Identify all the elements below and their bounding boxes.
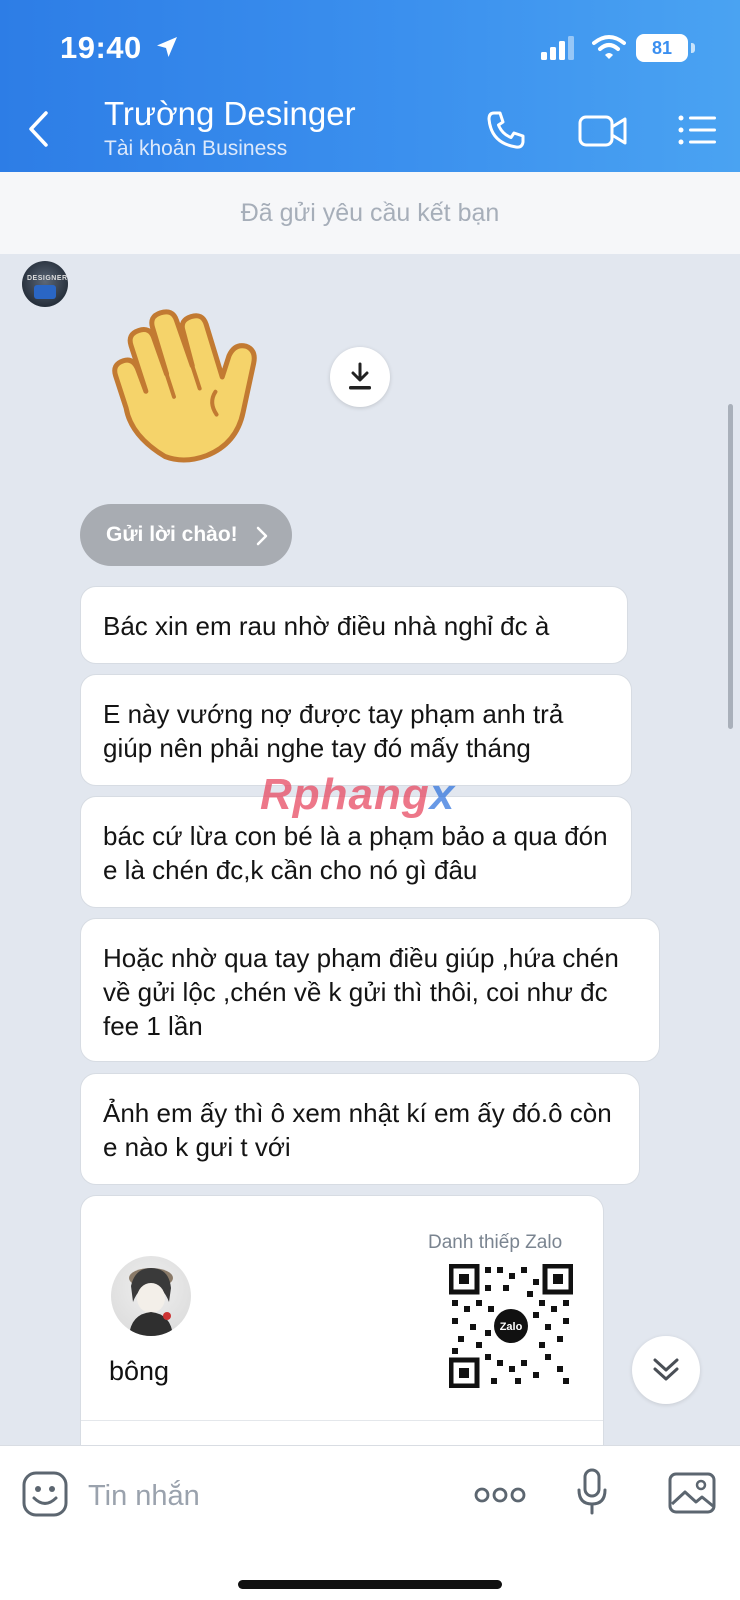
watermark-part2: x: [429, 770, 456, 819]
battery-nub: [691, 43, 695, 53]
message-bubble[interactable]: Bác xin em rau nhờ điều nhà nghỉ đc à: [80, 586, 628, 664]
home-indicator: [238, 1580, 502, 1589]
download-icon: [349, 362, 371, 390]
mic-icon[interactable]: [576, 1468, 608, 1516]
download-button[interactable]: [330, 347, 390, 407]
wifi-icon: [592, 35, 626, 59]
message-bubble[interactable]: Ảnh em ấy thì ô xem nhật kí em ấy đó.ô c…: [80, 1073, 640, 1185]
chat-scrollbar[interactable]: [728, 404, 733, 729]
phone-icon[interactable]: [486, 110, 526, 150]
video-icon[interactable]: [578, 114, 628, 148]
contact-card[interactable]: Danh thiếp Zalo bông Zalo: [80, 1195, 604, 1455]
contact-name[interactable]: Trường Desinger: [104, 95, 356, 133]
message-input[interactable]: [88, 1474, 438, 1518]
signal-icon: [541, 36, 574, 60]
chevron-right-icon: [256, 526, 268, 546]
menu-icon[interactable]: [678, 114, 718, 146]
contact-card-name: bông: [109, 1356, 170, 1386]
sender-avatar[interactable]: DESIGNER: [22, 261, 68, 307]
chat-header: 19:40 81 Trường Desinger Tài khoản Busin…: [0, 0, 740, 172]
scroll-to-bottom-button[interactable]: [632, 1336, 700, 1404]
qr-code: Zalo: [449, 1264, 573, 1388]
contact-card-avatar: [111, 1256, 191, 1336]
watermark-part1: Rphang: [260, 770, 430, 819]
waving-hand-sticker: [112, 309, 257, 463]
emoji-icon[interactable]: [22, 1471, 68, 1517]
back-icon[interactable]: [26, 110, 52, 148]
contact-card-label: Danh thiếp Zalo: [428, 1232, 563, 1253]
friend-request-banner: Đã gửi yêu cầu kết bạn: [0, 172, 740, 254]
account-type: Tài khoản Business: [104, 137, 288, 160]
watermark: Rphangx: [260, 770, 455, 820]
qr-logo-text: Zalo: [500, 1321, 523, 1333]
image-icon[interactable]: [668, 1472, 716, 1514]
send-greeting-label: Gửi lời chào!: [106, 523, 238, 546]
chevrons-down-icon: [653, 1358, 679, 1381]
location-arrow-icon: [157, 37, 177, 57]
avatar-illustration: [129, 1268, 173, 1336]
card-divider: [81, 1420, 603, 1421]
status-time: 19:40: [60, 30, 142, 65]
battery-indicator: 81: [636, 34, 688, 62]
send-greeting-button[interactable]: Gửi lời chào!: [80, 504, 292, 566]
message-bubble[interactable]: Hoặc nhờ qua tay phạm điều giúp ,hứa ché…: [80, 918, 660, 1062]
more-icon[interactable]: [474, 1486, 526, 1504]
composer-bar: [0, 1445, 740, 1600]
